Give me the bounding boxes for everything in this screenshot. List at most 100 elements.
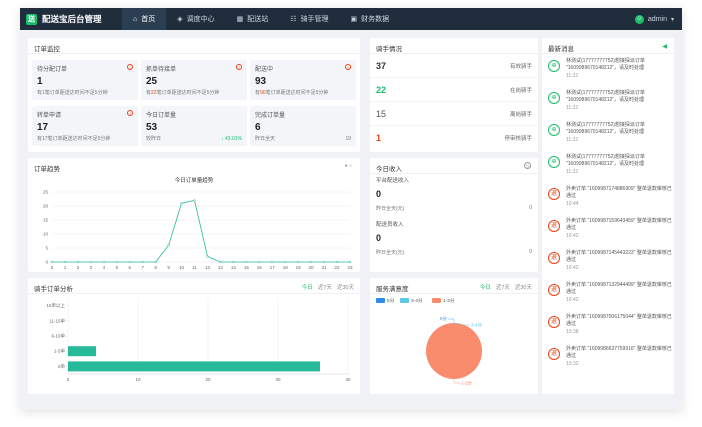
message-item[interactable]: ⊕ 林测试(17777777752)想接探派订单 "160998967014821… — [542, 150, 674, 182]
data-point — [63, 260, 67, 264]
message-item[interactable]: 退外卖订单 "1609987132944499" 整单退款审核已通过 10:42 — [542, 278, 674, 310]
legend-swatch — [376, 298, 385, 303]
widget-desc: 昨日全天 — [255, 136, 276, 142]
station-icon: ▦ — [236, 16, 244, 23]
clock-icon[interactable]: ◷ — [524, 162, 531, 169]
y-tick-label: 1-5单 — [54, 348, 66, 355]
card-title: 最新消息 — [542, 38, 674, 54]
info-icon[interactable]: ! — [236, 64, 242, 70]
nav-item-dispatch[interactable]: ◈ 调度中心 — [166, 8, 225, 30]
message-item[interactable]: 退外卖订单 "1609987174886909" 整单退款审核已通过 10:44 — [542, 182, 674, 214]
messages-card: 最新消息 ◀ ⊕ 林测试(17777777752)想接探派订单 "16099896… — [542, 38, 674, 394]
tab-7days[interactable]: 近7天 — [318, 283, 332, 291]
platform-income-yesterday: 昨日全天(元) 0 — [376, 205, 532, 212]
message-item[interactable]: 退外卖订单 "1609987159643459" 整单退款审核已通过 10:42 — [542, 214, 674, 246]
message-text: 外卖订单 "1609987132944499" 整单退款审核已通过 — [566, 282, 672, 295]
data-point — [335, 260, 339, 264]
rider-row-valid[interactable]: 37 有效骑手 — [370, 54, 538, 78]
message-item[interactable]: ⊕ 林测试(17777777752)想接探派订单 "160998967014821… — [542, 54, 674, 86]
rider-label: 离岗骑手 — [509, 111, 532, 118]
nav-item-finance[interactable]: ▣ 财务数据 — [340, 8, 401, 30]
dispatch-icon: ◈ — [177, 16, 183, 23]
satisfaction-card: 服务满意度 今日 近7天 近30天 5分 3-4分 1-2分 5分 3-4分 1-2分 — [370, 278, 538, 394]
legend-label: 3-4分 — [411, 297, 423, 304]
data-point — [245, 260, 248, 264]
rider-count: 1 — [376, 133, 382, 143]
x-tick-label: 17 — [270, 265, 276, 270]
card-title: 订单趋势 — [34, 166, 60, 173]
message-text: 林测试(17777777752)想接探派订单 "1609989670148212… — [566, 154, 645, 167]
refund-icon: 退 — [548, 252, 560, 264]
refund-icon: 退 — [548, 188, 560, 200]
y-tick-label: 6-10单 — [51, 333, 65, 340]
chevron-down-icon: ▾ — [670, 16, 674, 23]
app-logo[interactable]: 送 配送宝后台管理 — [20, 13, 120, 25]
rider-row-on-duty[interactable]: 22 在岗骑手 — [370, 78, 538, 102]
tab-today[interactable]: 今日 — [302, 283, 313, 291]
widget-label: 待分配订单 — [37, 67, 68, 73]
message-time: 11:22 — [566, 169, 579, 175]
refund-icon: 退 — [548, 284, 560, 296]
message-time: 10:32 — [566, 361, 579, 367]
nav-item-label: 首页 — [141, 16, 156, 23]
message-text: 外卖订单 "1609987174886909" 整单退款审核已通过 — [566, 186, 672, 199]
widget-completed-orders[interactable]: 完成订单量 6 昨日全天 19 — [250, 106, 356, 146]
y-tick-label: 25 — [43, 190, 49, 195]
pager-dots-icon[interactable]: ● ○ — [345, 163, 352, 169]
tab-30days[interactable]: 近30天 — [515, 283, 532, 291]
widget-value: 53 — [146, 122, 158, 133]
x-tick-label: 16 — [257, 265, 263, 270]
rider-income-label: 配送员收入 — [376, 222, 404, 228]
speaker-icon[interactable]: ◀ — [662, 43, 667, 50]
data-point — [89, 260, 93, 264]
today-income-card: 今日收入 ◷ 平台配送收入 0 昨日全天(元) 0 配送员收入 0 昨日全天(元)… — [370, 158, 538, 272]
tab-7days[interactable]: 近7天 — [496, 283, 510, 291]
y-tick-label: 15单以上 — [46, 302, 65, 309]
x-tick-label: 7 — [141, 265, 144, 270]
tab-30days[interactable]: 近30天 — [337, 283, 354, 291]
legend-label: 5分 — [387, 297, 395, 304]
x-tick-label: 0 — [67, 377, 70, 382]
widget-desc: 有90笔订单距送达时间不足5分钟 — [255, 90, 329, 96]
bar — [68, 346, 96, 357]
message-item[interactable]: ⊕ 林测试(17777777752)想接探派订单 "160998967014821… — [542, 86, 674, 118]
data-point — [348, 260, 352, 264]
info-icon[interactable]: ! — [345, 64, 351, 70]
widget-today-orders[interactable]: 今日订单量 53 较昨日 ↓ 43.01% — [141, 106, 247, 146]
message-item[interactable]: 退外卖订单 "1609987006175044" 整单退款审核已通过 10:38 — [542, 310, 674, 342]
message-item[interactable]: 退外卖订单 "1609987145443223" 整单退款审核已通过 10:42 — [542, 246, 674, 278]
user-menu[interactable]: ☺ admin ▾ — [634, 14, 682, 24]
finance-icon: ▣ — [350, 16, 358, 23]
message-time: 11:22 — [566, 105, 579, 111]
tab-today[interactable]: 今日 — [480, 283, 491, 291]
card-title: 骑手情况 — [370, 38, 538, 54]
widget-grab-pending[interactable]: 抓单待接单 25 有22笔订单距送达时间不足5分钟 ! — [141, 60, 247, 100]
rider-row-pending-review[interactable]: 1 停审核骑手 — [370, 126, 538, 150]
message-item[interactable]: 退外卖订单 "1609986637759916" 整单退款审核已通过 10:32 — [542, 342, 674, 374]
widget-delivering[interactable]: 配送中 93 有90笔订单距送达时间不足5分钟 ! — [250, 60, 356, 100]
rider-row-off-duty[interactable]: 15 离岗骑手 — [370, 102, 538, 126]
data-point — [297, 260, 300, 264]
x-tick-label: 0 — [51, 265, 54, 270]
nav-item-station[interactable]: ▦ 配送站 — [226, 8, 280, 30]
order-request-icon: ⊕ — [548, 156, 560, 168]
nav-item-riders[interactable]: ☷ 骑手管理 — [279, 8, 339, 30]
info-icon[interactable]: ! — [127, 110, 133, 116]
yesterday-count: 19 — [345, 136, 351, 142]
widget-transfer-requests[interactable]: 转单申请 17 有17笔订单距送达时间不足5分钟 ! — [32, 106, 138, 146]
period-tabs: 今日 近7天 近30天 — [475, 283, 532, 291]
nav-item-home[interactable]: ⌂ 首页 — [122, 8, 167, 30]
message-item[interactable]: ⊕ 林测试(17777777752)想接探派订单 "160998967014821… — [542, 118, 674, 150]
data-point — [102, 260, 105, 264]
widget-value: 17 — [37, 122, 49, 133]
x-tick-label: 15 — [244, 265, 250, 270]
rider-label: 有效骑手 — [509, 63, 532, 70]
info-icon[interactable]: ! — [127, 64, 133, 70]
message-text: 外卖订单 "1609987145443223" 整单退款审核已通过 — [566, 250, 672, 263]
widget-pending-assign[interactable]: 待分配订单 1 有1笔订单距送达时间不足5分钟 ! — [32, 60, 138, 100]
data-point — [219, 260, 222, 264]
message-time: 10:42 — [566, 297, 579, 303]
bar — [68, 361, 320, 372]
data-point — [271, 260, 274, 264]
widget-value: 6 — [255, 122, 261, 133]
